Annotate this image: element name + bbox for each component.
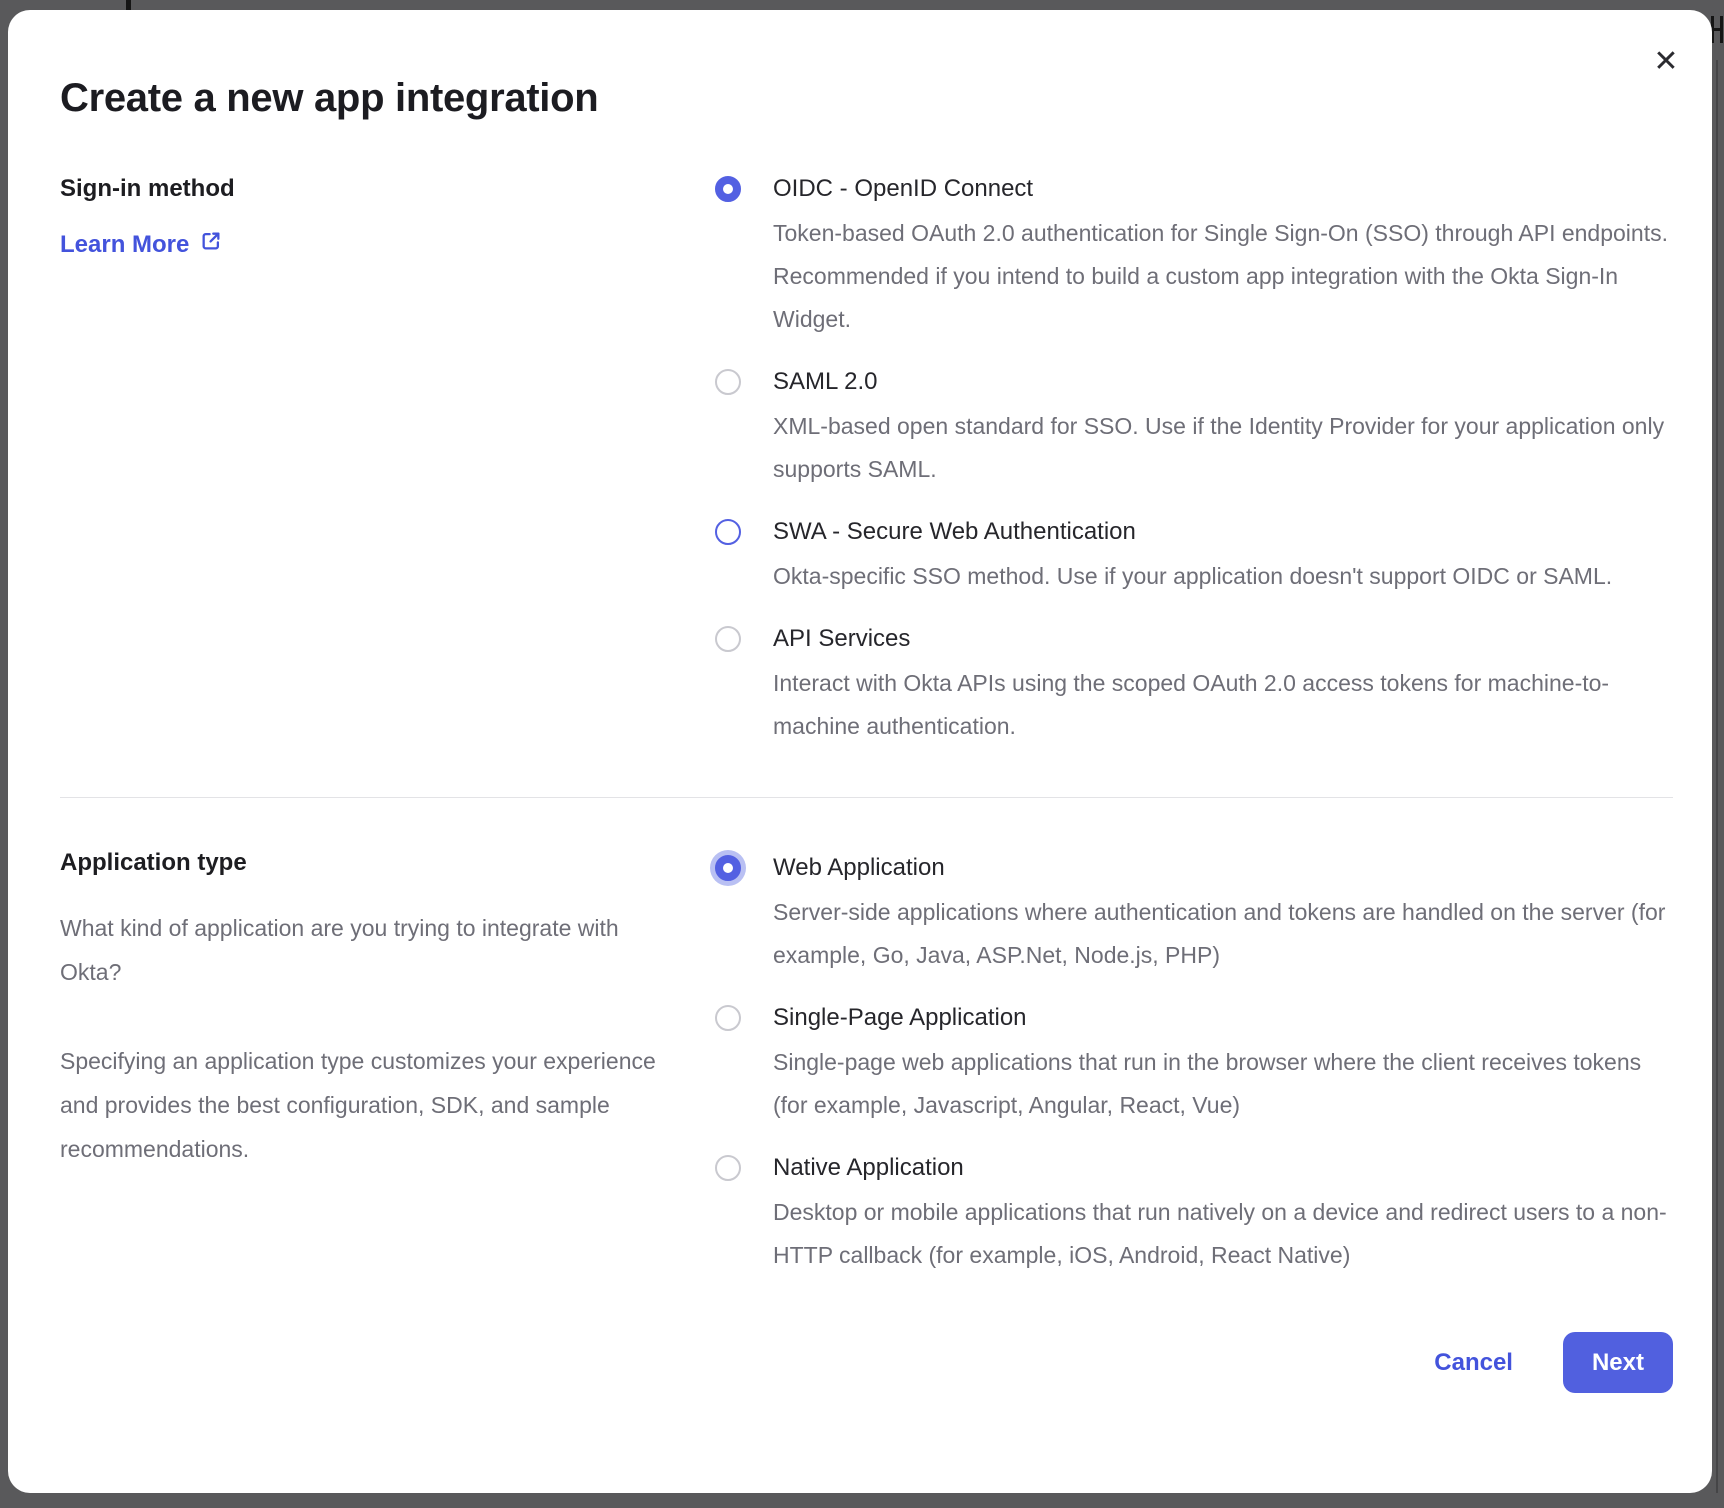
cancel-button[interactable]: Cancel	[1428, 1348, 1519, 1378]
sign-in-option-label[interactable]: API Services	[773, 624, 1673, 654]
app-type-option-label[interactable]: Web Application	[773, 853, 1673, 883]
sign-in-method-section: Sign-in method Learn More OIDC - OpenID …	[60, 174, 1673, 748]
sign-in-option-label[interactable]: OIDC - OpenID Connect	[773, 174, 1673, 204]
radio-single-page-application[interactable]	[715, 1005, 741, 1031]
external-link-icon	[200, 230, 222, 260]
sign-in-option-description: Token-based OAuth 2.0 authentication for…	[773, 220, 1668, 332]
sign-in-option-description: Interact with Okta APIs using the scoped…	[773, 670, 1610, 739]
next-button[interactable]: Next	[1562, 1332, 1673, 1393]
app-type-option-spa: Single-Page Application Single-page web …	[715, 1003, 1673, 1127]
radio-web-application[interactable]	[715, 855, 741, 881]
app-type-option-native: Native Application Desktop or mobile app…	[715, 1153, 1673, 1277]
learn-more-link[interactable]: Learn More	[60, 230, 222, 260]
sign-in-option-description: XML-based open standard for SSO. Use if …	[773, 413, 1665, 482]
dialog-title: Create a new app integration	[60, 76, 599, 120]
backdrop-seam-line	[1716, 60, 1718, 1493]
sign-in-method-heading: Sign-in method	[60, 175, 235, 202]
section-divider	[60, 797, 1673, 798]
app-type-option-label[interactable]: Native Application	[773, 1153, 1673, 1183]
sign-in-option-label[interactable]: SAML 2.0	[773, 367, 1673, 397]
radio-oidc[interactable]	[715, 176, 741, 202]
app-type-option-description: Single-page web applications that run in…	[773, 1049, 1642, 1118]
application-type-heading: Application type	[60, 849, 247, 876]
sign-in-option-oidc: OIDC - OpenID Connect Token-based OAuth …	[715, 174, 1673, 341]
app-type-option-web: Web Application Server-side applications…	[715, 853, 1673, 977]
app-type-option-description: Server-side applications where authentic…	[773, 899, 1666, 968]
application-type-intro: Specifying an application type customize…	[60, 1048, 656, 1162]
sign-in-option-label[interactable]: SWA - Secure Web Authentication	[773, 517, 1673, 547]
backdrop-remnant-mark	[126, 0, 131, 10]
sign-in-option-swa: SWA - Secure Web Authentication Okta-spe…	[715, 517, 1673, 598]
radio-api-services[interactable]	[715, 626, 741, 652]
radio-saml[interactable]	[715, 369, 741, 395]
application-type-intro: What kind of application are you trying …	[60, 915, 619, 985]
create-app-integration-dialog: ✕ Create a new app integration Sign-in m…	[8, 10, 1712, 1493]
radio-swa[interactable]	[715, 519, 741, 545]
close-icon[interactable]: ✕	[1644, 40, 1688, 84]
application-type-section: Application type What kind of applicatio…	[60, 848, 1673, 1277]
app-type-option-label[interactable]: Single-Page Application	[773, 1003, 1673, 1033]
dialog-footer: Cancel Next	[60, 1332, 1673, 1393]
sign-in-option-api-services: API Services Interact with Okta APIs usi…	[715, 624, 1673, 748]
radio-native-application[interactable]	[715, 1155, 741, 1181]
app-type-option-description: Desktop or mobile applications that run …	[773, 1199, 1667, 1268]
learn-more-label: Learn More	[60, 231, 190, 258]
sign-in-option-description: Okta-specific SSO method. Use if your ap…	[773, 563, 1613, 589]
sign-in-option-saml: SAML 2.0 XML-based open standard for SSO…	[715, 367, 1673, 491]
